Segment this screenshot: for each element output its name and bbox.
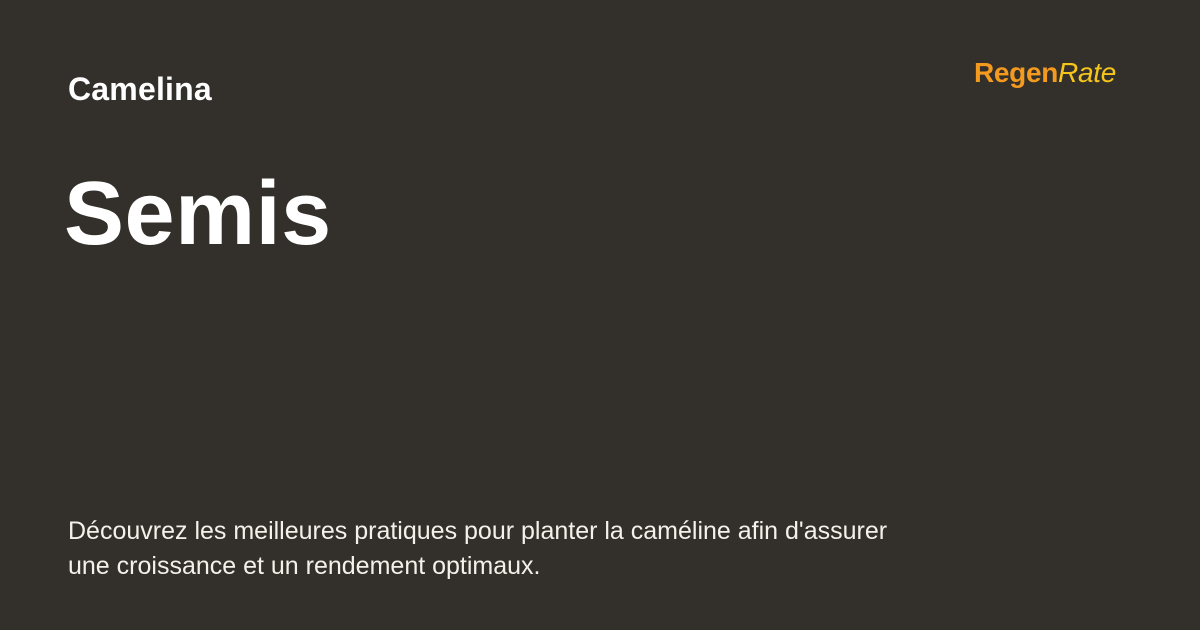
page-title: Semis (64, 164, 332, 264)
category-label: Camelina (68, 71, 212, 107)
description-text: Découvrez les meilleures pratiques pour … (68, 517, 888, 580)
logo-rate-text: Rate (1058, 57, 1116, 88)
regenrate-logo: RegenRate (974, 56, 1116, 90)
logo-regen-text: Regen (973, 57, 1059, 88)
social-preview-card: Camelina Semis RegenRate Découvrez les m… (0, 0, 1200, 630)
